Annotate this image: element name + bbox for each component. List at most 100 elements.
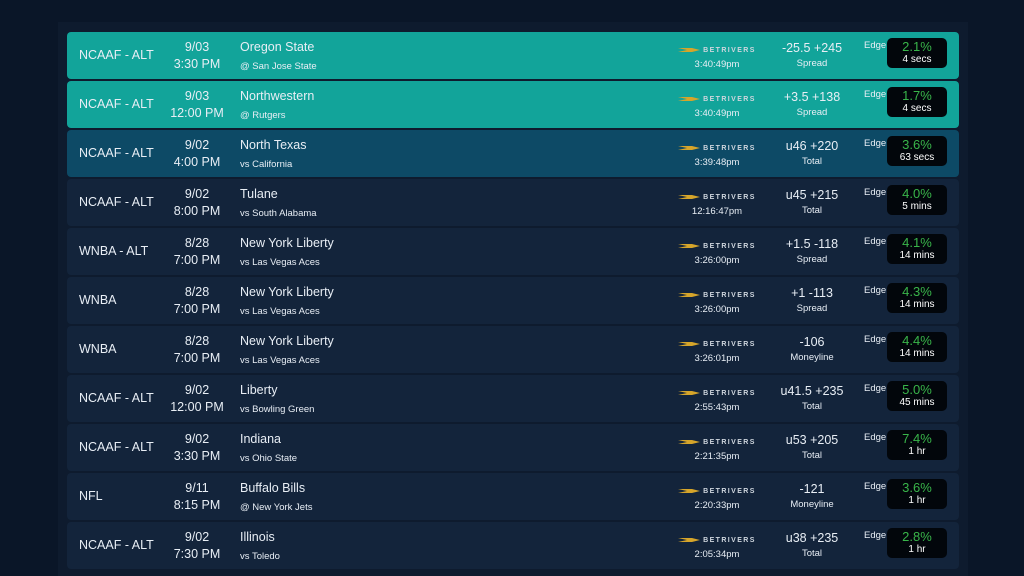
game-date: 9/03 [184,89,210,103]
edge-badge: 7.4% 1 hr [887,430,947,460]
edge-percent: 5.0% [902,382,932,397]
game-datetime: 9/02 7:30 PM [167,529,227,563]
betrivers-logo: BETRIVERS [678,436,756,448]
bet-type: Moneyline [790,499,834,510]
odds-value: +3.5 +138 [783,90,841,104]
team-name: New York Liberty [240,334,334,348]
game-time: 8:00 PM [173,204,221,218]
sportsbook: BETRIVERS 2:21:35pm [667,432,767,462]
edge-percent: 3.6% [902,137,932,152]
edge-age: 4 secs [902,103,932,114]
edge-percent: 4.4% [902,333,932,348]
game-datetime: 9/03 3:30 PM [167,39,227,73]
bet-type: Spread [796,107,828,118]
opponent-name: vs Las Vegas Aces [240,257,320,268]
edge-label: Edge [864,530,887,541]
book-name: BETRIVERS [703,536,756,544]
betrivers-logo: BETRIVERS [678,534,756,546]
team-name: Illinois [240,530,275,544]
edge-label: Edge [864,334,887,345]
team-name: Indiana [240,432,282,446]
book-name: BETRIVERS [703,46,756,54]
bet-row[interactable]: WNBA 8/28 7:00 PM New York Liberty vs La… [67,277,959,324]
game-time: 3:30 PM [173,449,221,463]
betrivers-swoosh-icon [678,48,701,52]
betrivers-swoosh-icon [678,538,701,542]
odds: -121 Moneyline [767,481,857,510]
sportsbook: BETRIVERS 2:55:43pm [667,383,767,413]
odds: -106 Moneyline [767,334,857,363]
betrivers-swoosh-icon [678,293,701,297]
edge-percent: 4.1% [902,235,932,250]
game-date: 9/03 [184,40,210,54]
sportsbook: BETRIVERS 3:39:48pm [667,138,767,168]
odds-value: +1.5 -118 [785,237,839,251]
bet-row[interactable]: NCAAF - ALT 9/02 12:00 PM Liberty vs Bow… [67,375,959,422]
edge-percent: 7.4% [902,431,932,446]
edge-age: 4 secs [902,54,932,65]
matchup: Indiana vs Ohio State [240,431,297,467]
bet-row[interactable]: WNBA - ALT 8/28 7:00 PM New York Liberty… [67,228,959,275]
book-timestamp: 2:21:35pm [694,451,740,462]
game-date: 9/02 [184,530,210,544]
bet-row[interactable]: NCAAF - ALT 9/03 12:00 PM Northwestern @… [67,81,959,128]
sportsbook: BETRIVERS 3:26:00pm [667,236,767,266]
game-time: 7:00 PM [173,351,221,365]
betrivers-swoosh-icon [678,244,701,248]
matchup: New York Liberty vs Las Vegas Aces [240,333,334,369]
odds: u46 +220 Total [767,138,857,167]
betrivers-logo: BETRIVERS [678,191,756,203]
edge-age: 1 hr [908,495,926,506]
game-datetime: 8/28 7:00 PM [167,235,227,269]
betrivers-logo: BETRIVERS [678,338,756,350]
odds: u41.5 +235 Total [767,383,857,412]
edge-label: Edge [864,236,887,247]
sportsbook: BETRIVERS 12:16:47pm [667,187,767,217]
game-time: 8:15 PM [173,498,221,512]
bet-row[interactable]: NCAAF - ALT 9/02 7:30 PM Illinois vs Tol… [67,522,959,569]
bets-list: NCAAF - ALT 9/03 3:30 PM Oregon State @ … [67,32,959,571]
bet-row[interactable]: NFL 9/11 8:15 PM Buffalo Bills @ New Yor… [67,473,959,520]
team-name: Tulane [240,187,278,201]
bet-type: Total [801,450,823,461]
edge-badge: 4.0% 5 mins [887,185,947,215]
game-date: 8/28 [184,236,210,250]
sportsbook: BETRIVERS 2:05:34pm [667,530,767,560]
bet-type: Moneyline [790,352,834,363]
bet-type: Total [801,401,823,412]
betrivers-swoosh-icon [678,489,701,493]
book-timestamp: 3:40:49pm [694,108,740,119]
game-datetime: 9/02 3:30 PM [167,431,227,465]
team-name: Northwestern [240,89,315,103]
matchup: Buffalo Bills @ New York Jets [240,480,312,516]
bet-row[interactable]: NCAAF - ALT 9/02 4:00 PM North Texas vs … [67,130,959,177]
bet-row[interactable]: NCAAF - ALT 9/02 8:00 PM Tulane vs South… [67,179,959,226]
edge-badge: 4.1% 14 mins [887,234,947,264]
book-timestamp: 2:05:34pm [694,549,740,560]
league-label: NFL [79,489,103,503]
matchup: Northwestern @ Rutgers [240,88,314,124]
game-date: 9/02 [184,432,210,446]
league-label: NCAAF - ALT [79,195,154,209]
sportsbook: BETRIVERS 3:26:00pm [667,285,767,315]
bet-row[interactable]: WNBA 8/28 7:00 PM New York Liberty vs La… [67,326,959,373]
game-date: 8/28 [184,334,210,348]
opponent-name: vs Ohio State [240,453,298,464]
edge-badge: 1.7% 4 secs [887,87,947,117]
team-name: Liberty [240,383,278,397]
odds-value: u46 +220 [785,139,839,153]
bet-row[interactable]: NCAAF - ALT 9/03 3:30 PM Oregon State @ … [67,32,959,79]
betrivers-logo: BETRIVERS [678,240,756,252]
edge-percent: 1.7% [902,88,932,103]
league-label: NCAAF - ALT [79,538,154,552]
betrivers-swoosh-icon [678,146,701,150]
odds-value: -121 [799,482,825,496]
league-label: NCAAF - ALT [79,391,154,405]
opponent-name: vs Bowling Green [240,404,315,415]
game-datetime: 9/11 8:15 PM [167,480,227,514]
game-time: 7:00 PM [173,302,221,316]
game-time: 7:30 PM [173,547,221,561]
edge-label: Edge [864,187,887,198]
team-name: Oregon State [240,40,315,54]
bet-row[interactable]: NCAAF - ALT 9/02 3:30 PM Indiana vs Ohio… [67,424,959,471]
